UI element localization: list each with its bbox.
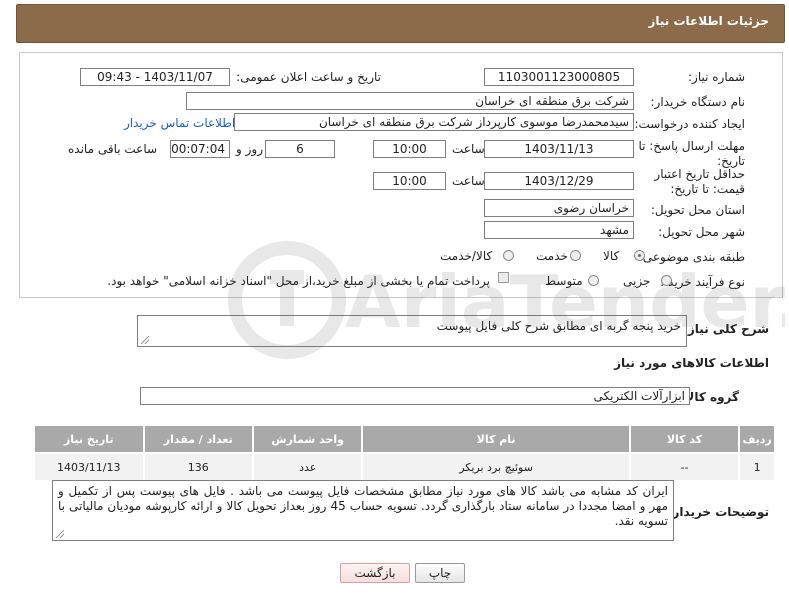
summary-textarea[interactable]: خرید پنجه گربه ای مطابق شرح کلی فایل پیو… — [137, 315, 687, 347]
remaining-label: ساعت باقی مانده — [68, 142, 158, 156]
remaining-time-field: 00:07:04 — [170, 140, 230, 158]
cell-name: سوئیچ برد بریکر — [361, 452, 631, 482]
summary-text: خرید پنجه گربه ای مطابق شرح کلی فایل پیو… — [436, 319, 681, 333]
days-label: روز و — [236, 142, 263, 156]
deadline-time-field: 10:00 — [373, 140, 446, 158]
announce-label: تاریخ و ساعت اعلان عمومی: — [236, 70, 381, 84]
print-button[interactable]: چاپ — [415, 563, 465, 583]
need-number-label: شماره نیاز: — [688, 70, 745, 84]
process-option-medium: متوسط — [545, 274, 583, 288]
summary-label: شرح کلی نیاز: — [683, 322, 769, 336]
col-header-name: نام کالا — [361, 424, 631, 454]
notes-label: توضیحات خریدار: — [667, 505, 769, 519]
resize-grip-icon[interactable] — [56, 530, 64, 538]
notes-text: ایران کد مشابه می باشد کالا های مورد نیا… — [58, 484, 668, 528]
province-field: خراسان رضوی — [484, 199, 634, 217]
category-radio-goods[interactable] — [634, 250, 645, 261]
announce-field: 1403/11/07 - 09:43 — [80, 68, 230, 86]
buyer-org-field: شرکت برق منطقه ای خراسان — [186, 92, 634, 110]
col-header-date: تاریخ نیاز — [33, 424, 145, 454]
back-button[interactable]: بازگشت — [340, 563, 410, 583]
process-label: نوع فرآیند خرید : — [660, 275, 745, 289]
cell-date: 1403/11/13 — [33, 452, 145, 482]
col-header-code: کد کالا — [628, 424, 741, 454]
city-label: شهر محل تحویل: — [658, 225, 745, 239]
validity-time-label: ساعت — [452, 174, 485, 188]
payment-note: پرداخت تمام یا بخشی از مبلغ خرید،از محل … — [107, 274, 490, 288]
need-number-field: 1103001123000805 — [484, 68, 634, 86]
process-radio-minor[interactable] — [661, 275, 672, 286]
resize-grip-icon[interactable] — [141, 336, 149, 344]
requester-field: سیدمحمدرضا موسوی کارپرداز شرکت برق منطقه… — [234, 113, 634, 131]
cell-qty: 136 — [142, 452, 254, 482]
page-title: جزئیات اطلاعات نیاز — [648, 14, 769, 28]
process-radio-medium[interactable] — [588, 275, 599, 286]
validity-time-field: 10:00 — [373, 172, 446, 190]
table-header-row: ردیف کد کالا نام کالا واحد شمارش تعداد /… — [33, 424, 776, 454]
category-radio-service[interactable] — [570, 250, 581, 261]
days-field: 6 — [265, 140, 335, 158]
city-field: مشهد — [484, 221, 634, 239]
buyer-contact-link[interactable]: اطلاعات تماس خریدار — [124, 116, 235, 130]
cell-index: 1 — [738, 452, 776, 482]
category-option-service: خدمت — [536, 249, 568, 263]
requester-label: ایجاد کننده درخواست: — [634, 117, 745, 131]
category-radio-both[interactable] — [503, 250, 514, 261]
deadline-date-field: 1403/11/13 — [484, 140, 634, 158]
process-option-minor: جزیی — [623, 274, 651, 288]
deadline-label: مهلت ارسال پاسخ: تا تاریخ: — [638, 139, 745, 168]
goods-section-title: اطلاعات کالاهای مورد نیاز — [614, 356, 769, 370]
deadline-time-label: ساعت — [452, 142, 485, 156]
treasury-checkbox[interactable] — [498, 272, 509, 283]
col-header-unit: واحد شمارش — [251, 424, 364, 454]
col-header-index: ردیف — [738, 424, 776, 454]
col-header-qty: تعداد / مقدار — [142, 424, 254, 454]
notes-textarea[interactable]: ایران کد مشابه می باشد کالا های مورد نیا… — [52, 480, 674, 541]
table-row: 1 -- سوئیچ برد بریکر عدد 136 1403/11/13 — [33, 452, 776, 482]
category-label: طبقه بندی موضوعی: — [638, 250, 745, 264]
category-option-both: کالا/خدمت — [440, 249, 493, 263]
validity-label: حداقل تاریخ اعتبار قیمت: تا تاریخ: — [654, 167, 745, 196]
buyer-org-label: نام دستگاه خریدار: — [650, 95, 746, 109]
cell-code: -- — [628, 452, 741, 482]
category-option-goods: کالا — [603, 249, 620, 263]
validity-date-field: 1403/12/29 — [484, 172, 634, 190]
goods-group-field: ابزارآلات الکتریکی — [140, 387, 690, 405]
province-label: استان محل تحویل: — [650, 203, 745, 217]
cell-unit: عدد — [251, 452, 364, 482]
goods-table: ردیف کد کالا نام کالا واحد شمارش تعداد /… — [33, 424, 776, 482]
